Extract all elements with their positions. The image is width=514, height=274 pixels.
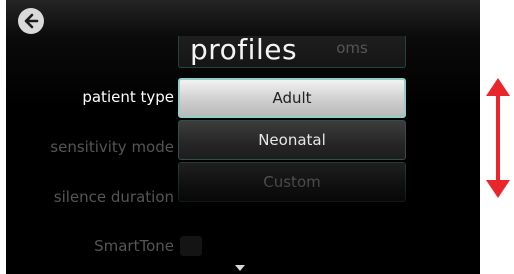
page-title: profiles (190, 33, 298, 66)
device-screen: patient type sensitivity mode silence du… (6, 0, 480, 274)
smarttone-toggle[interactable] (180, 236, 202, 256)
double-arrow-vertical-icon (486, 78, 510, 198)
arrow-left-icon (24, 13, 39, 29)
picker-option-adult[interactable]: Adult (178, 78, 406, 118)
setting-label-sensitivity-mode[interactable]: sensitivity mode (50, 138, 174, 156)
picker-option-neonatal[interactable]: Neonatal (178, 120, 406, 160)
picker-option-partial-text: oms (336, 39, 368, 57)
back-button[interactable] (18, 8, 44, 34)
picker-option-custom[interactable]: Custom (178, 162, 406, 202)
picker-option-label: Adult (272, 89, 312, 107)
picker-option-label: Custom (263, 173, 321, 191)
picker-option-label: Neonatal (258, 131, 326, 149)
setting-label-silence-duration[interactable]: silence duration (54, 188, 174, 206)
setting-label-patient-type[interactable]: patient type (82, 88, 174, 106)
caret-down-icon[interactable] (235, 265, 245, 271)
setting-label-smarttone[interactable]: SmartTone (94, 237, 174, 255)
